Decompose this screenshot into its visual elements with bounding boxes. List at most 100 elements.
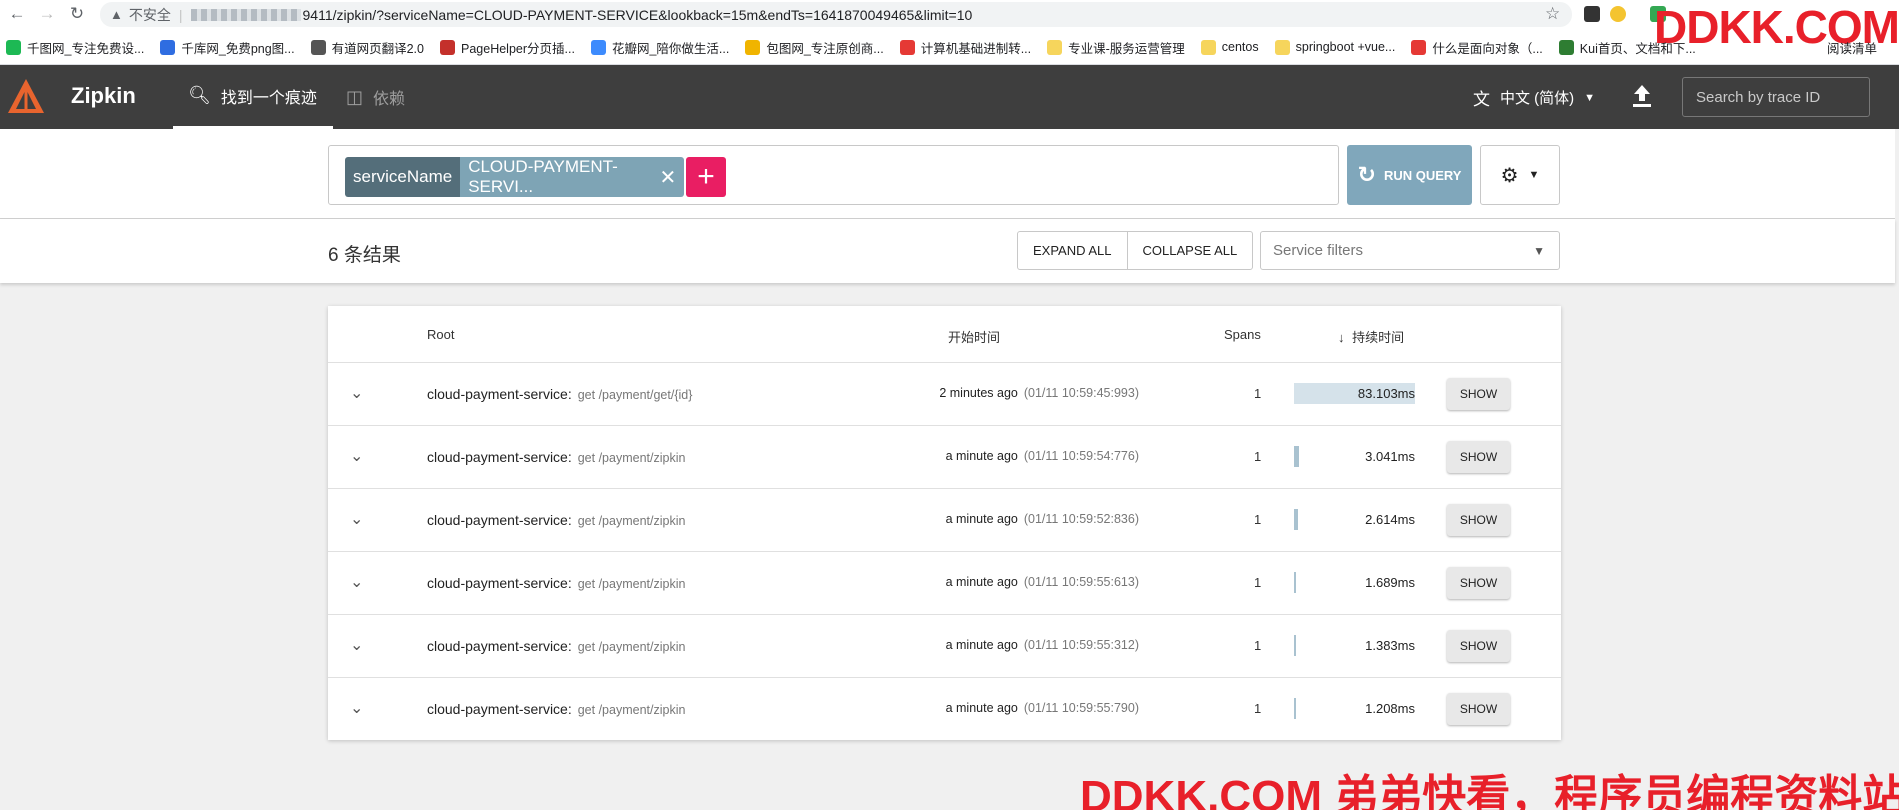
- show-trace-button[interactable]: SHOW: [1447, 504, 1510, 536]
- bookmark-favicon-icon: [1558, 39, 1574, 55]
- show-trace-button[interactable]: SHOW: [1447, 567, 1510, 599]
- bookmark-label: 有道网页翻译2.0: [331, 41, 424, 56]
- app-brand[interactable]: Zipkin: [71, 83, 136, 109]
- bookmark-item[interactable]: 计算机基础进制转...: [899, 38, 1031, 57]
- app-header: Zipkin 🔍︎ 找到一个痕迹 ◫ 依赖 文 中文 (简体) ▼ Search…: [0, 65, 1899, 129]
- run-query-button[interactable]: ↻ RUN QUERY: [1347, 145, 1472, 205]
- language-selector[interactable]: 文 中文 (简体) ▼: [1473, 85, 1595, 110]
- forward-icon[interactable]: →: [36, 3, 58, 25]
- timestamp: (01/11 10:59:55:790): [1023, 701, 1139, 715]
- duration-cell: 3.041ms: [1294, 446, 1415, 467]
- table-row[interactable]: ⌄ cloud-payment-service: get /payment/zipk…: [328, 678, 1561, 741]
- add-criteria-button[interactable]: +: [686, 157, 726, 197]
- bookmark-label: 包图网_专注原创商...: [766, 41, 884, 56]
- reading-list-button[interactable]: 阅读清单: [1827, 38, 1877, 57]
- tab-dependencies[interactable]: ◫ 依赖: [346, 65, 405, 129]
- start-time: 2 minutes ago (01/11 10:59:45:993): [939, 386, 1139, 400]
- security-label: 不安全: [128, 6, 171, 23]
- criteria-value[interactable]: CLOUD-PAYMENT-SERVI... ✕: [460, 157, 685, 197]
- table-row[interactable]: ⌄ cloud-payment-service: get /payment/get/…: [328, 363, 1561, 426]
- bookmark-label: PageHelper分页插...: [461, 41, 575, 56]
- bookmark-item[interactable]: centos: [1200, 39, 1259, 55]
- expand-chevron-icon[interactable]: ⌄: [350, 446, 363, 466]
- duration-bar: [1294, 446, 1299, 467]
- relative-time: a minute ago: [945, 575, 1018, 589]
- translate-icon: 文: [1473, 90, 1490, 109]
- start-time: a minute ago (01/11 10:59:55:790): [946, 701, 1139, 715]
- bookmark-item[interactable]: 千图网_专注免费设...: [6, 38, 144, 57]
- bookmark-item[interactable]: 花瓣网_陪你做生活...: [590, 38, 730, 57]
- span-path: get /payment/zipkin: [577, 451, 686, 465]
- chevron-down-icon: ▼: [1584, 91, 1596, 104]
- table-row[interactable]: ⌄ cloud-payment-service: get /payment/zipk…: [328, 615, 1561, 678]
- expand-chevron-icon[interactable]: ⌄: [350, 509, 363, 529]
- url-separator: |: [178, 6, 183, 23]
- expand-chevron-icon[interactable]: ⌄: [350, 698, 363, 718]
- column-root[interactable]: Root: [427, 327, 454, 342]
- table-row[interactable]: ⌄ cloud-payment-service: get /payment/zipk…: [328, 552, 1561, 615]
- table-row[interactable]: ⌄ cloud-payment-service: get /payment/zipk…: [328, 489, 1561, 552]
- results-toolbar: 6 条结果 EXPAND ALL COLLAPSE ALL Service fi…: [0, 219, 1895, 283]
- expand-all-button[interactable]: EXPAND ALL: [1018, 232, 1127, 269]
- bookmark-label: centos: [1221, 40, 1259, 54]
- column-start-time[interactable]: 开始时间: [948, 327, 1000, 346]
- show-trace-button[interactable]: SHOW: [1447, 630, 1510, 662]
- show-trace-button[interactable]: SHOW: [1447, 441, 1510, 473]
- expand-chevron-icon[interactable]: ⌄: [350, 383, 363, 403]
- duration-value: 2.614ms: [1365, 512, 1415, 527]
- back-icon[interactable]: ←: [6, 3, 28, 25]
- bookmark-item[interactable]: 什么是面向对象（...: [1411, 38, 1543, 57]
- duration-value: 1.208ms: [1365, 701, 1415, 716]
- moon-extension-icon[interactable]: [1610, 6, 1626, 22]
- service-filters-placeholder: Service filters: [1273, 242, 1364, 259]
- extension-icon[interactable]: [1584, 6, 1600, 22]
- bookmark-item[interactable]: 专业课-服务运营管理: [1047, 38, 1185, 57]
- reload-icon[interactable]: ↻: [66, 3, 88, 25]
- bookmark-item[interactable]: springboot +vue...: [1274, 39, 1395, 55]
- trace-id-search-input[interactable]: Search by trace ID: [1682, 77, 1870, 117]
- root-service: cloud-payment-service: get /payment/zipki…: [427, 575, 685, 591]
- duration-value: 3.041ms: [1365, 449, 1415, 464]
- criteria-chip[interactable]: serviceName CLOUD-PAYMENT-SERVI... ✕: [345, 157, 685, 197]
- table-row[interactable]: ⌄ cloud-payment-service: get /payment/zipk…: [328, 426, 1561, 489]
- bookmark-label: 花瓣网_陪你做生活...: [611, 41, 730, 56]
- bookmark-item[interactable]: 包图网_专注原创商...: [745, 38, 884, 57]
- bookmark-favicon-icon: [6, 39, 21, 55]
- bookmark-favicon-icon: [745, 39, 761, 55]
- settings-dropdown[interactable]: ⚙ ▼: [1480, 145, 1560, 205]
- show-trace-button[interactable]: SHOW: [1447, 693, 1510, 725]
- expand-chevron-icon[interactable]: ⌄: [350, 572, 363, 592]
- service-name: cloud-payment-service:: [427, 575, 572, 591]
- expand-chevron-icon[interactable]: ⌄: [350, 635, 363, 655]
- query-criteria-box[interactable]: serviceName CLOUD-PAYMENT-SERVI... ✕ +: [328, 145, 1339, 205]
- search-icon: 🔍︎: [188, 85, 211, 105]
- service-name: cloud-payment-service:: [427, 701, 572, 717]
- tab-find-trace[interactable]: 🔍︎ 找到一个痕迹: [173, 65, 333, 129]
- span-path: get /payment/zipkin: [577, 640, 686, 654]
- show-trace-button[interactable]: SHOW: [1447, 378, 1510, 410]
- close-icon[interactable]: ✕: [659, 165, 676, 190]
- column-duration-label: 持续时间: [1352, 330, 1405, 345]
- start-time: a minute ago (01/11 10:59:52:836): [946, 512, 1139, 526]
- column-spans[interactable]: Spans: [1224, 327, 1261, 342]
- column-duration[interactable]: ↓ 持续时间: [1338, 327, 1404, 346]
- duration-bar: [1294, 635, 1297, 656]
- upload-icon[interactable]: [1630, 83, 1654, 109]
- root-service: cloud-payment-service: get /payment/zipki…: [427, 701, 685, 717]
- relative-time: a minute ago: [945, 701, 1018, 715]
- tab-find-trace-label: 找到一个痕迹: [220, 89, 317, 107]
- span-path: get /payment/zipkin: [577, 703, 686, 717]
- bookmark-favicon-icon: [1047, 39, 1063, 55]
- refresh-icon: ↻: [1357, 162, 1376, 187]
- results-table: Root 开始时间 Spans ↓ 持续时间 ⌄ cloud-payment-se…: [328, 306, 1561, 740]
- root-service: cloud-payment-service: get /payment/zipki…: [427, 512, 685, 528]
- bookmark-item[interactable]: 千库网_免费png图...: [160, 38, 295, 57]
- address-row: ← → ↻ ▲ 不安全 | 9411/zipkin/?serviceName=C…: [0, 0, 1899, 52]
- bookmark-item[interactable]: 有道网页翻译2.0: [310, 38, 424, 57]
- bookmark-item[interactable]: PageHelper分页插...: [440, 38, 575, 57]
- bookmark-star-icon[interactable]: ☆: [1545, 4, 1560, 24]
- service-filters-select[interactable]: Service filters ▼: [1260, 231, 1560, 270]
- collapse-all-button[interactable]: COLLAPSE ALL: [1126, 232, 1253, 269]
- url-bar[interactable]: ▲ 不安全 | 9411/zipkin/?serviceName=CLOUD-P…: [100, 2, 1572, 27]
- bookmark-item[interactable]: Kui首页、文档和下...: [1558, 38, 1696, 57]
